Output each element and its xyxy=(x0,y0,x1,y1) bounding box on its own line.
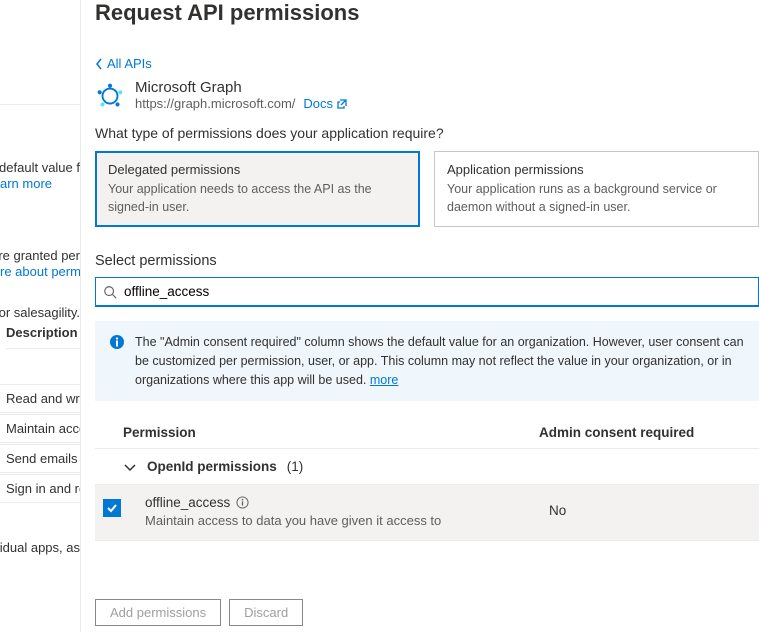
bg-table-row: Read and writ xyxy=(0,384,80,413)
search-icon xyxy=(103,285,117,299)
chevron-down-icon xyxy=(123,460,137,474)
permission-checkbox[interactable] xyxy=(103,499,121,517)
permission-type-cards: Delegated permissions Your application n… xyxy=(95,151,759,227)
bg-desc-header: Description xyxy=(6,325,80,349)
delegated-card-title: Delegated permissions xyxy=(108,162,407,177)
microsoft-graph-icon xyxy=(95,81,125,111)
info-more-link[interactable]: more xyxy=(370,373,398,387)
application-permissions-card[interactable]: Application permissions Your application… xyxy=(434,151,759,227)
delegated-permissions-card[interactable]: Delegated permissions Your application n… xyxy=(95,151,420,227)
bg-text: e default value f xyxy=(0,160,80,175)
column-permission: Permission xyxy=(123,425,539,440)
bg-learn-more: arn more xyxy=(0,176,52,191)
background-underlay: e default value f arn more re granted pe… xyxy=(0,0,80,632)
group-count: (1) xyxy=(287,459,304,474)
bg-about-link: re about permi xyxy=(0,264,84,279)
info-banner: The "Admin consent required" column show… xyxy=(95,321,759,401)
panel-footer: Add permissions Discard xyxy=(95,599,303,626)
permission-group-openid[interactable]: OpenId permissions (1) xyxy=(95,449,759,485)
info-icon[interactable] xyxy=(236,496,249,509)
api-url: https://graph.microsoft.com/ xyxy=(135,96,295,111)
api-name: Microsoft Graph xyxy=(135,79,348,96)
bg-text: for salesagility. xyxy=(0,305,80,320)
back-all-apis-link[interactable]: All APIs xyxy=(95,56,759,71)
column-admin-consent: Admin consent required xyxy=(539,425,739,440)
panel-title: Request API permissions xyxy=(95,0,759,26)
permissions-table-header: Permission Admin consent required xyxy=(95,417,759,449)
bg-learn-more-link[interactable]: arn more xyxy=(0,176,52,191)
permission-admin-consent: No xyxy=(549,495,739,518)
select-permissions-label: Select permissions xyxy=(95,253,759,269)
application-card-title: Application permissions xyxy=(447,162,746,177)
permission-type-question: What type of permissions does your appli… xyxy=(95,125,759,141)
add-permissions-button[interactable]: Add permissions xyxy=(95,599,221,626)
permission-name: offline_access xyxy=(145,495,230,510)
external-link-icon xyxy=(336,98,348,110)
discard-button[interactable]: Discard xyxy=(229,599,303,626)
info-banner-text: The "Admin consent required" column show… xyxy=(135,335,744,387)
bg-about-perm-link[interactable]: re about permi xyxy=(0,264,84,279)
bg-table-row: Sign in and re xyxy=(0,474,80,503)
docs-link[interactable]: Docs xyxy=(303,96,348,111)
permission-row-offline-access: offline_access Maintain access to data y… xyxy=(95,485,759,541)
bg-table-row: Maintain acce xyxy=(0,414,80,443)
bg-divider xyxy=(0,104,80,105)
delegated-card-desc: Your application needs to access the API… xyxy=(108,181,407,216)
group-label: OpenId permissions xyxy=(147,459,277,474)
permission-description: Maintain access to data you have given i… xyxy=(145,513,549,528)
docs-link-label: Docs xyxy=(303,96,333,111)
chevron-left-icon xyxy=(95,58,103,70)
bg-text: vidual apps, as xyxy=(0,540,80,555)
checkmark-icon xyxy=(106,502,118,514)
back-link-label: All APIs xyxy=(107,56,152,71)
api-header: Microsoft Graph https://graph.microsoft.… xyxy=(95,79,759,111)
search-input[interactable] xyxy=(95,277,759,307)
info-icon xyxy=(109,334,125,350)
application-card-desc: Your application runs as a background se… xyxy=(447,181,746,216)
bg-table-row: Send emails f xyxy=(0,444,80,473)
bg-text: re granted per xyxy=(0,248,80,263)
search-wrap xyxy=(95,277,759,307)
info-banner-body: The "Admin consent required" column show… xyxy=(135,333,745,389)
permissions-panel: Request API permissions All APIs Microso… xyxy=(80,0,759,632)
